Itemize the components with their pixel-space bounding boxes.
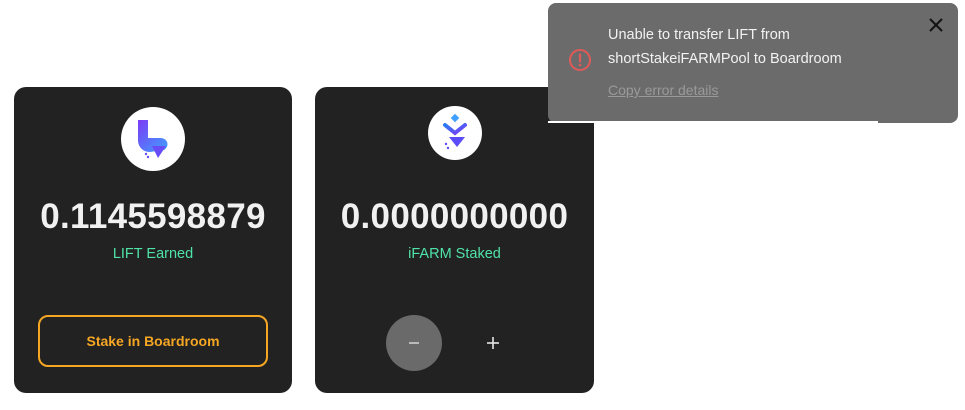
toast-message-line1: Unable to transfer LIFT from (608, 27, 790, 43)
error-toast: Unable to transfer LIFT from shortStakei… (548, 3, 958, 123)
stake-plus-button[interactable] (465, 315, 521, 371)
ifarm-staked-card: 0.0000000000 iFARM Staked (315, 87, 594, 393)
ifarm-staked-amount: 0.0000000000 (340, 197, 569, 236)
plus-icon (487, 337, 499, 349)
copy-error-details-link[interactable]: Copy error details (608, 82, 719, 98)
lift-earned-amount: 0.1145598879 (40, 197, 266, 236)
close-icon[interactable] (926, 15, 946, 35)
toast-timer-bar (548, 121, 878, 123)
stake-in-boardroom-button[interactable]: Stake in Boardroom (38, 315, 268, 367)
unstake-minus-button[interactable] (386, 315, 442, 371)
lift-earned-label: LIFT Earned (112, 246, 194, 262)
ifarm-logo-icon (427, 106, 482, 160)
toast-message-line2: shortStakeiFARMPool to Boardroom (608, 51, 842, 67)
minus-icon (409, 342, 419, 344)
lift-logo-icon (121, 107, 185, 171)
lift-earned-card: 0.1145598879 LIFT Earned Stake in Boardr… (14, 87, 292, 393)
error-circle-icon (569, 49, 591, 71)
ifarm-staked-label: iFARM Staked (408, 246, 501, 262)
toast-message: Unable to transfer LIFT from shortStakei… (608, 23, 908, 71)
